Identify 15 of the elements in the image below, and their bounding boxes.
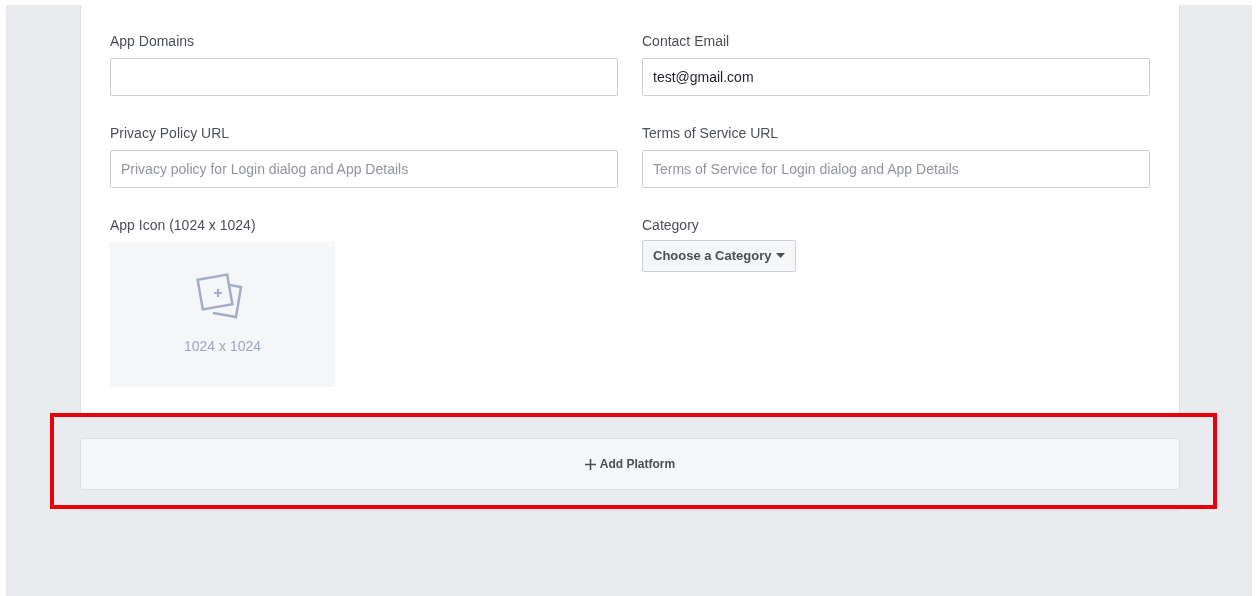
field-label: Contact Email xyxy=(642,32,731,50)
field-label: App Domains xyxy=(110,32,196,50)
input-field[interactable]: Terms of Service for Login dialog and App Details xyxy=(642,150,1150,188)
field-label: Category xyxy=(642,216,700,234)
input-field[interactable] xyxy=(110,58,618,96)
add-platform-button[interactable]: Add Platform xyxy=(80,438,1180,490)
plus-icon xyxy=(584,458,596,470)
input-field[interactable]: test@gmail.com xyxy=(642,58,1150,96)
field-label: App Icon (1024 x 1024) xyxy=(110,216,257,234)
field-label: Privacy Policy URL xyxy=(110,124,231,142)
image-size-caption: 1024 x 1024 xyxy=(183,337,262,356)
field-label: Terms of Service URL xyxy=(642,124,780,142)
input-field[interactable]: Privacy policy for Login dialog and App Details xyxy=(110,150,618,188)
caret-icon xyxy=(776,253,786,259)
category-dropdown[interactable]: Choose a Category xyxy=(642,240,797,272)
